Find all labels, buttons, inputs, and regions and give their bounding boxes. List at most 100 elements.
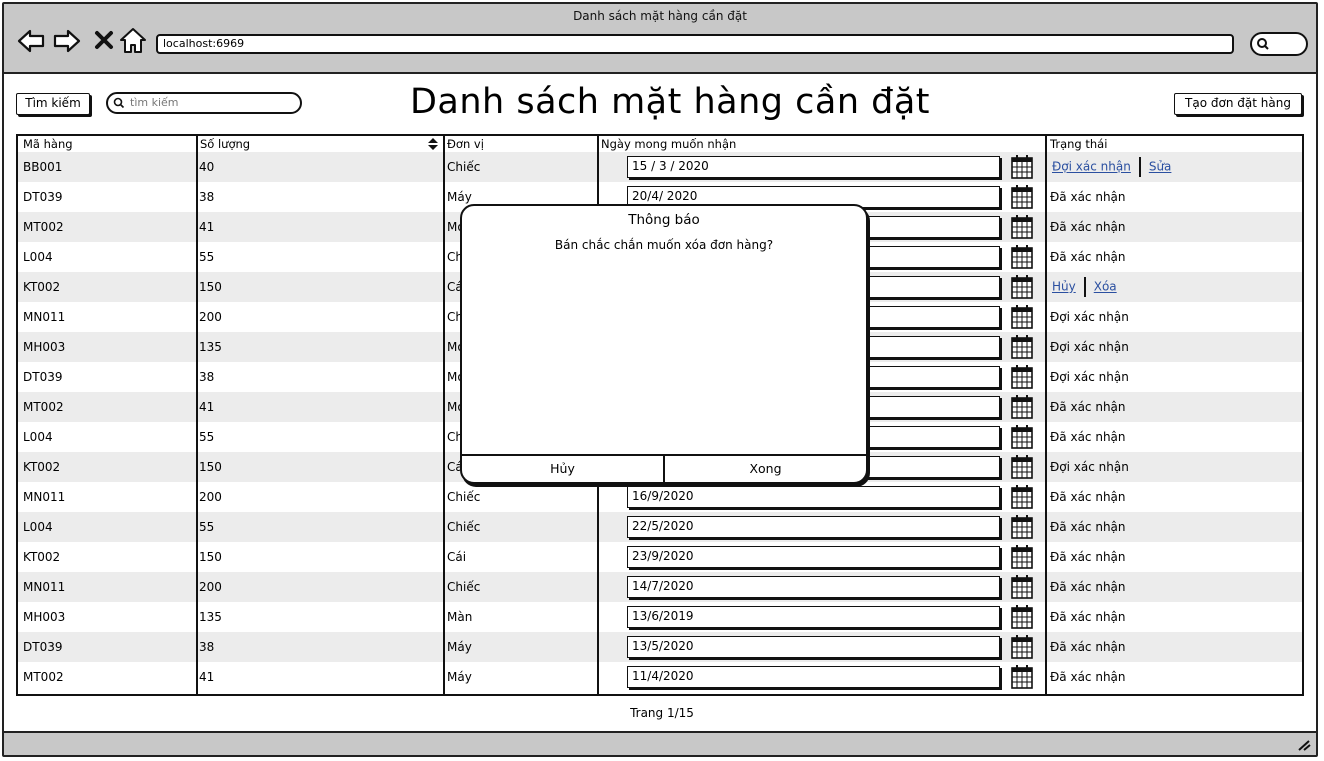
date-input[interactable]: 15 / 3 / 2020	[627, 156, 1000, 178]
cell-code: MN011	[23, 310, 66, 324]
action-separator	[1138, 157, 1141, 177]
table-row[interactable]: MN011 200 Chiếc 16/9/2020 Đã xác nhận	[18, 482, 1302, 512]
cell-quantity: 150	[199, 280, 222, 294]
column-divider	[1045, 136, 1047, 694]
row-action-link[interactable]: Hủy	[1052, 280, 1076, 294]
table-row[interactable]: BB001 40 Chiếc 15 / 3 / 2020 Đợi xác nhận Sửa	[18, 152, 1302, 182]
table-row[interactable]: DT039 38 Máy 13/5/2020 Đã xác nhận	[18, 632, 1302, 662]
calendar-icon[interactable]	[1011, 425, 1033, 453]
resize-grip-icon[interactable]	[1296, 738, 1312, 752]
cell-unit: Máy	[447, 670, 472, 684]
browser-search-pill[interactable]	[1250, 32, 1308, 56]
calendar-icon[interactable]	[1011, 215, 1033, 243]
home-icon[interactable]	[118, 26, 148, 56]
cell-quantity: 55	[199, 520, 215, 534]
cell-code: MT002	[23, 670, 64, 684]
header-date: Ngày mong muốn nhận	[601, 137, 737, 151]
cell-quantity: 200	[199, 310, 222, 324]
date-input[interactable]: 16/9/2020	[627, 486, 1000, 508]
cell-code: L004	[23, 250, 53, 264]
cell-unit: Chiếc	[447, 580, 481, 594]
column-divider	[443, 136, 445, 694]
cell-unit: Cái	[447, 550, 467, 564]
action-separator	[1083, 277, 1086, 297]
dialog-cancel-button[interactable]: Hủy	[462, 456, 663, 482]
calendar-icon[interactable]	[1011, 395, 1033, 423]
calendar-icon[interactable]	[1011, 305, 1033, 333]
table-row[interactable]: KT002 150 Cái 23/9/2020 Đã xác nhận	[18, 542, 1302, 572]
cell-quantity: 150	[199, 550, 222, 564]
sort-icon[interactable]	[428, 138, 438, 150]
calendar-icon[interactable]	[1011, 455, 1033, 483]
cell-quantity: 55	[199, 430, 215, 444]
cell-status: Đã xác nhận	[1050, 610, 1126, 624]
search-button[interactable]: Tìm kiếm	[16, 93, 90, 115]
cell-unit: Màn	[447, 610, 473, 624]
calendar-icon[interactable]	[1011, 665, 1033, 693]
cell-quantity: 55	[199, 250, 215, 264]
calendar-icon[interactable]	[1011, 245, 1033, 273]
cell-code: MT002	[23, 220, 64, 234]
cell-code: L004	[23, 430, 53, 444]
cell-status: Đợi xác nhận	[1050, 370, 1129, 384]
dialog-message: Bán chắc chắn muốn xóa đơn hàng?	[554, 238, 774, 252]
date-input[interactable]: 13/5/2020	[627, 636, 1000, 658]
header-status: Trạng thái	[1050, 137, 1108, 151]
search-input[interactable]: tìm kiếm	[106, 92, 302, 114]
table-row[interactable]: L004 55 Chiếc 22/5/2020 Đã xác nhận	[18, 512, 1302, 542]
cell-status: Đã xác nhận	[1050, 670, 1126, 684]
pagination-label: Trang 1/15	[630, 706, 694, 720]
calendar-icon[interactable]	[1011, 545, 1033, 573]
cell-quantity: 38	[199, 640, 215, 654]
row-actions: Đợi xác nhận Sửa	[1052, 157, 1171, 177]
dialog-confirm-button[interactable]: Xong	[663, 456, 866, 482]
dialog-footer: Hủy Xong	[462, 454, 866, 482]
calendar-icon[interactable]	[1011, 605, 1033, 633]
calendar-icon[interactable]	[1011, 515, 1033, 543]
cell-status: Đợi xác nhận	[1050, 460, 1129, 474]
calendar-icon[interactable]	[1011, 275, 1033, 303]
confirm-delete-dialog: Thông báo Bán chắc chắn muốn xóa đơn hàn…	[460, 204, 868, 484]
row-action-link[interactable]: Xóa	[1094, 280, 1117, 294]
back-arrow-icon[interactable]	[16, 26, 46, 56]
calendar-icon[interactable]	[1011, 575, 1033, 603]
table-row[interactable]: MT002 41 Máy 11/4/2020 Đã xác nhận	[18, 662, 1302, 692]
table-header: Mã hàng Số lượng Đơn vị Ngày mong muốn n…	[18, 136, 1302, 152]
window-title: Danh sách mặt hàng cần đặt	[573, 9, 747, 23]
cell-code: MN011	[23, 490, 66, 504]
cell-unit: Máy	[447, 640, 472, 654]
cell-quantity: 135	[199, 610, 222, 624]
date-input[interactable]: 14/7/2020	[627, 576, 1000, 598]
cell-code: BB001	[23, 160, 63, 174]
calendar-icon[interactable]	[1011, 635, 1033, 663]
cell-status: Đã xác nhận	[1050, 520, 1126, 534]
date-input[interactable]: 23/9/2020	[627, 546, 1000, 568]
table-row[interactable]: MH003 135 Màn 13/6/2019 Đã xác nhận	[18, 602, 1302, 632]
date-input[interactable]: 22/5/2020	[627, 516, 1000, 538]
close-x-icon[interactable]	[90, 26, 120, 56]
search-icon	[1257, 38, 1269, 50]
url-bar[interactable]: localhost:6969	[156, 34, 1234, 54]
forward-arrow-icon[interactable]	[52, 26, 82, 56]
calendar-icon[interactable]	[1011, 335, 1033, 363]
calendar-icon[interactable]	[1011, 365, 1033, 393]
cell-code: MT002	[23, 400, 64, 414]
calendar-icon[interactable]	[1011, 185, 1033, 213]
date-input[interactable]: 11/4/2020	[627, 666, 1000, 688]
cell-quantity: 200	[199, 580, 222, 594]
cell-status: Đã xác nhận	[1050, 640, 1126, 654]
table-row[interactable]: MN011 200 Chiếc 14/7/2020 Đã xác nhận	[18, 572, 1302, 602]
cell-status: Đã xác nhận	[1050, 580, 1126, 594]
row-action-link[interactable]: Sửa	[1149, 160, 1172, 174]
calendar-icon[interactable]	[1011, 155, 1033, 183]
cell-status: Đã xác nhận	[1050, 220, 1126, 234]
cell-code: MH003	[23, 610, 66, 624]
cell-status: Đã xác nhận	[1050, 490, 1126, 504]
cell-code: DT039	[23, 640, 63, 654]
calendar-icon[interactable]	[1011, 485, 1033, 513]
cell-code: KT002	[23, 550, 61, 564]
row-action-link[interactable]: Đợi xác nhận	[1052, 160, 1131, 174]
create-order-button[interactable]: Tạo đơn đặt hàng	[1174, 93, 1302, 115]
date-input[interactable]: 13/6/2019	[627, 606, 1000, 628]
column-divider	[196, 136, 198, 694]
